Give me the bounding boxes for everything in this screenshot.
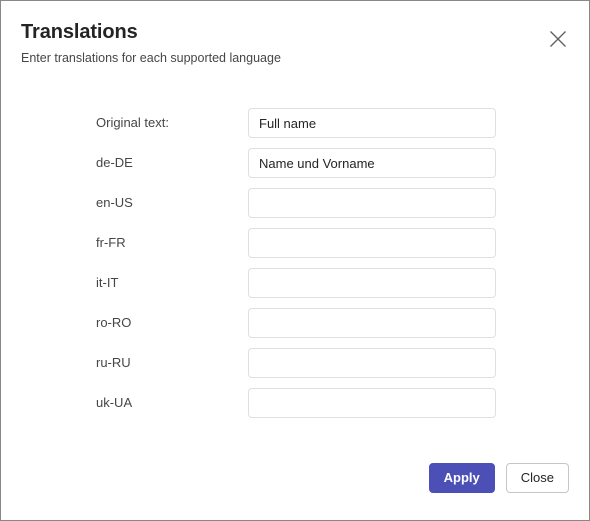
translation-input-uk-UA[interactable] [248, 388, 496, 418]
row-label: uk-UA [96, 395, 133, 410]
row-label: fr-FR [96, 235, 126, 250]
row-label: ru-RU [96, 355, 131, 370]
form-row-uk-UA: uk-UA [1, 383, 589, 423]
close-button[interactable] [542, 23, 574, 55]
close-dialog-button[interactable]: Close [505, 463, 569, 493]
form-row-en-US: en-US [1, 183, 589, 223]
close-icon [549, 30, 567, 48]
translation-input-original-text[interactable] [248, 108, 496, 138]
apply-button[interactable]: Apply [428, 463, 495, 493]
translation-input-ro-RO[interactable] [248, 308, 496, 338]
page-title: Translations [21, 21, 138, 43]
translation-input-de-DE[interactable] [248, 148, 496, 178]
form-row-de-DE: de-DE [1, 143, 589, 183]
dialog-footer: Apply Close [1, 463, 569, 493]
translations-dialog: Translations Enter translations for each… [0, 0, 590, 521]
row-label: en-US [96, 195, 133, 210]
translation-input-ru-RU[interactable] [248, 348, 496, 378]
translation-input-fr-FR[interactable] [248, 228, 496, 258]
row-label: it-IT [96, 275, 119, 290]
row-label: ro-RO [96, 315, 132, 330]
dialog-header: Translations Enter translations for each… [21, 19, 529, 67]
form-row-ru-RU: ru-RU [1, 343, 589, 383]
form-row-original-text: Original text: [1, 103, 589, 143]
form-row-fr-FR: fr-FR [1, 223, 589, 263]
translations-form: Original text: de-DE en-US fr-FR it-IT r… [1, 103, 589, 423]
translation-input-it-IT[interactable] [248, 268, 496, 298]
dialog-subtitle: Enter translations for each supported la… [21, 51, 281, 65]
translation-input-en-US[interactable] [248, 188, 496, 218]
row-label: de-DE [96, 155, 133, 170]
row-label: Original text: [96, 115, 169, 130]
form-row-it-IT: it-IT [1, 263, 589, 303]
form-row-ro-RO: ro-RO [1, 303, 589, 343]
